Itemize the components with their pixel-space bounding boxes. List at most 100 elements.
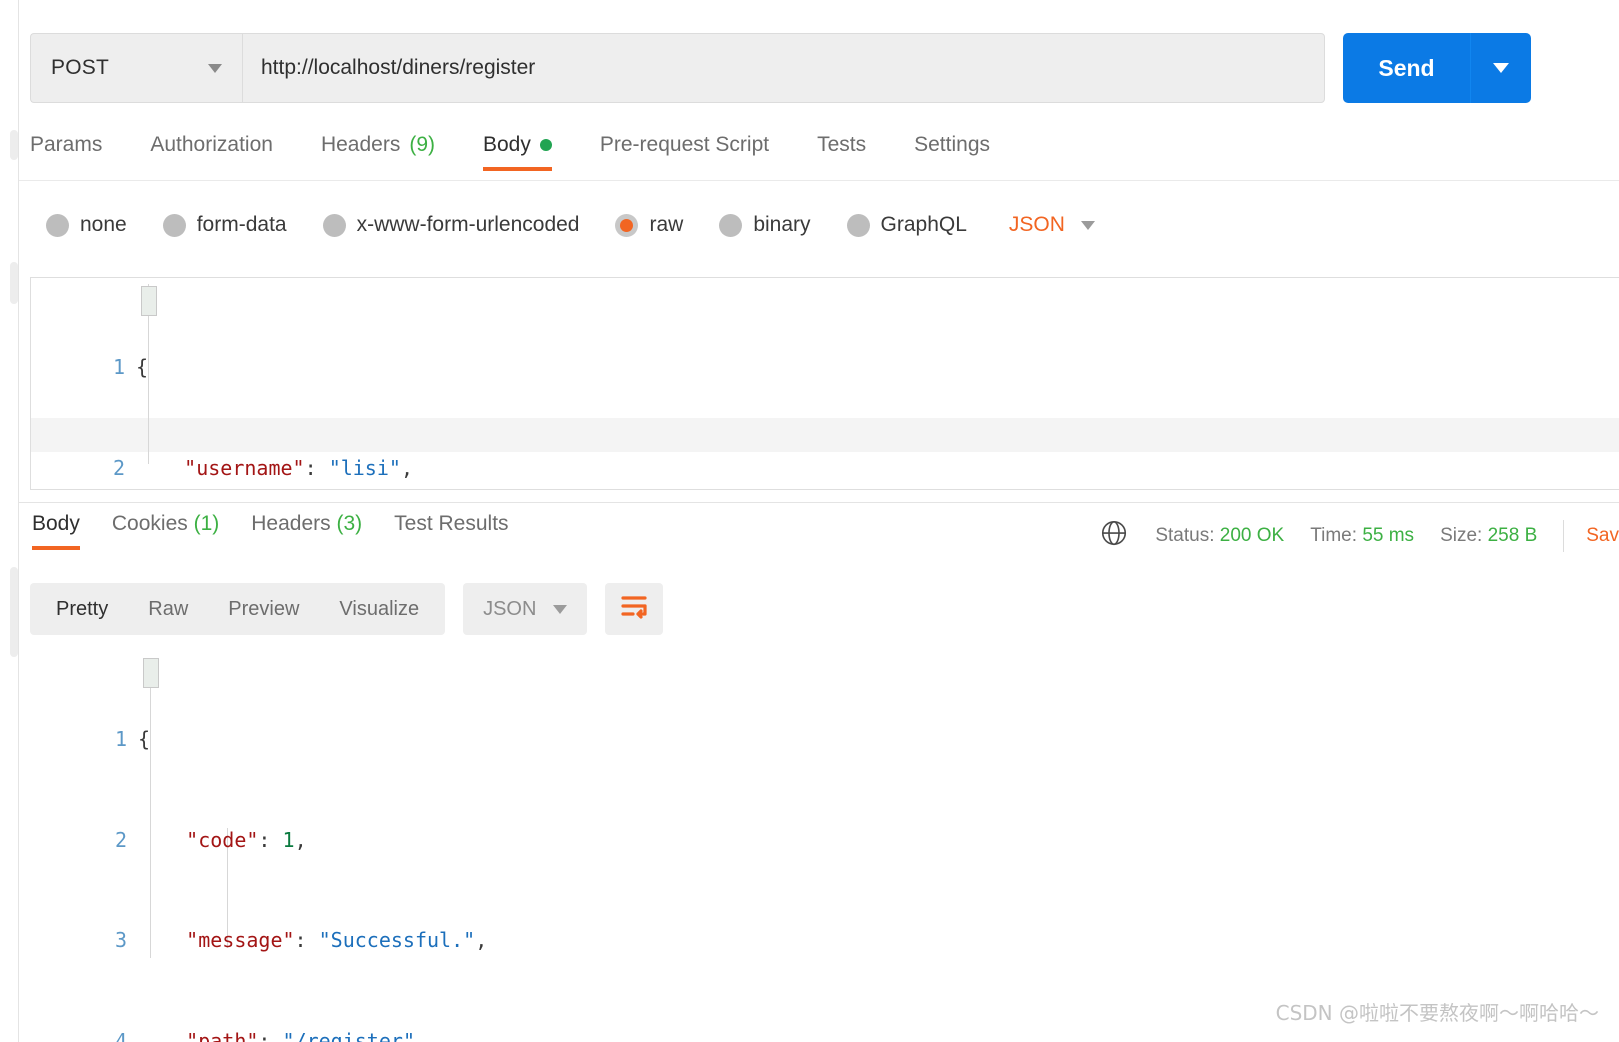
radio-label: raw [649,213,684,236]
tab-pre-request-script[interactable]: Pre-request Script [600,133,769,171]
scrollbar-stub-mid[interactable] [10,262,18,304]
response-tab-body[interactable]: Body [32,512,80,550]
body-type-graphql[interactable]: GraphQL [846,213,967,237]
url-input[interactable]: http://localhost/diners/register [242,33,1325,103]
response-tab-headers[interactable]: Headers (3) [251,512,362,550]
response-line-numbers: 1 2 3 4 5 6 7 8 9 10 [19,656,127,1042]
request-body-editor[interactable]: 1 2 3 4 5 6 { "username": "lisi", "passw… [30,277,1619,490]
body-type-form-data[interactable]: form-data [162,213,287,237]
response-body-viewer[interactable]: 1 2 3 4 5 6 7 8 9 10 { "code": 1, "messa… [19,648,1619,1042]
code-line: { [138,727,151,751]
radio-icon [46,213,69,237]
csdn-watermark: CSDN @啦啦不要熬夜啊～啊哈哈～ [1275,1001,1599,1025]
line-number: 3 [114,928,127,952]
chevron-down-icon [208,63,222,73]
response-time: Time: 55 ms [1310,525,1414,547]
radio-checked-icon [615,213,639,237]
size-label: Size: [1440,525,1483,546]
tab-label: Authorization [150,133,273,156]
request-url-bar: POST http://localhost/diners/register Se… [30,33,1531,103]
tab-authorization[interactable]: Authorization [150,133,273,171]
response-format-selector[interactable]: JSON [463,583,588,635]
radio-icon [322,213,346,237]
radio-icon [719,213,743,237]
tab-label: Headers [320,133,401,156]
size-value: 258 B [1487,525,1538,546]
view-mode-raw[interactable]: Raw [128,598,208,621]
tab-label: Pre-request Script [599,133,770,156]
scrollbar-stub-top[interactable] [10,130,18,160]
response-tab-cookies[interactable]: Cookies (1) [112,512,219,550]
view-mode-visualize[interactable]: Visualize [319,598,439,621]
radio-icon [162,213,186,237]
code-line: "path": "/register", [186,1028,428,1042]
postman-window: POST http://localhost/diners/register Se… [0,0,1619,1042]
tab-params[interactable]: Params [30,133,102,171]
line-number: 1 [112,355,125,379]
globe-icon [1099,518,1129,554]
send-button-group: Send [1343,33,1531,103]
view-mode-preview[interactable]: Preview [208,598,319,621]
send-button[interactable]: Send [1343,33,1471,103]
request-line-numbers: 1 2 3 4 5 6 [31,284,125,489]
response-tab-test-results[interactable]: Test Results [394,512,508,550]
status-code: Status: 200 OK [1155,525,1284,547]
tab-settings[interactable]: Settings [914,133,990,171]
response-divider [19,502,1619,503]
wrap-lines-button[interactable] [605,583,664,635]
radio-label: none [80,213,127,236]
raw-format-label: JSON [1008,213,1065,236]
response-body-code[interactable]: { "code": 1, "message": "Successful.", "… [138,656,812,1042]
tab-label: Body [32,512,80,535]
code-line: "username": "lisi", [184,455,413,480]
tab-headers[interactable]: Headers (9) [321,133,435,171]
request-body-code[interactable]: { "username": "lisi", "password": "12345… [136,284,461,489]
time-value: 55 ms [1362,525,1415,546]
line-number: 2 [114,827,127,852]
tab-label: Settings [914,133,991,156]
view-mode-pretty[interactable]: Pretty [36,598,128,621]
status-value: 200 OK [1219,525,1285,546]
chevron-down-icon [1080,220,1095,230]
body-type-binary[interactable]: binary [719,213,811,237]
tab-count: (1) [193,512,220,535]
send-options-button[interactable] [1471,33,1531,103]
status-bar-separator [1563,520,1565,552]
raw-format-selector[interactable]: JSON [1009,213,1095,237]
body-type-raw[interactable]: raw [615,213,683,237]
body-present-dot-icon [539,139,552,151]
radio-label: binary [753,213,811,236]
line-number: 2 [112,455,125,480]
radio-label: form-data [196,213,287,236]
code-line: "code": 1, [186,827,307,852]
response-view-mode-group: Pretty Raw Preview Visualize [30,583,446,635]
radio-label: x-www-form-urlencoded [356,213,580,236]
tab-label: Tests [817,133,867,156]
body-type-none[interactable]: none [46,213,127,237]
tab-count: (3) [336,512,363,535]
word-wrap-icon [619,594,649,625]
line-number: 1 [114,727,127,751]
scrollbar-stub-low[interactable] [10,567,18,657]
chevron-down-icon [1493,63,1509,73]
tab-body[interactable]: Body [483,133,552,171]
response-size: Size: 258 B [1440,525,1537,547]
body-type-urlencoded[interactable]: x-www-form-urlencoded [322,213,580,237]
body-type-radio-group: none form-data x-www-form-urlencoded raw… [46,203,1095,247]
status-label: Status: [1155,525,1215,546]
response-tab-bar: Body Cookies (1) Headers (3) Test Result… [19,512,541,560]
code-line: { [136,355,149,379]
tab-count: (9) [409,133,435,156]
save-response-button[interactable]: Sav [1586,525,1619,547]
tab-label: Params [30,133,103,156]
chevron-down-icon [553,604,568,614]
http-method-label: POST [51,56,109,79]
code-line: "message": "Successful.", [186,928,488,952]
line-number: 4 [114,1028,127,1042]
tab-label: Cookies [111,512,188,535]
tab-tests[interactable]: Tests [817,133,866,171]
tab-label: Headers [251,512,331,535]
http-method-selector[interactable]: POST [30,33,242,103]
radio-icon [846,213,870,237]
tab-label: Body [483,133,531,156]
